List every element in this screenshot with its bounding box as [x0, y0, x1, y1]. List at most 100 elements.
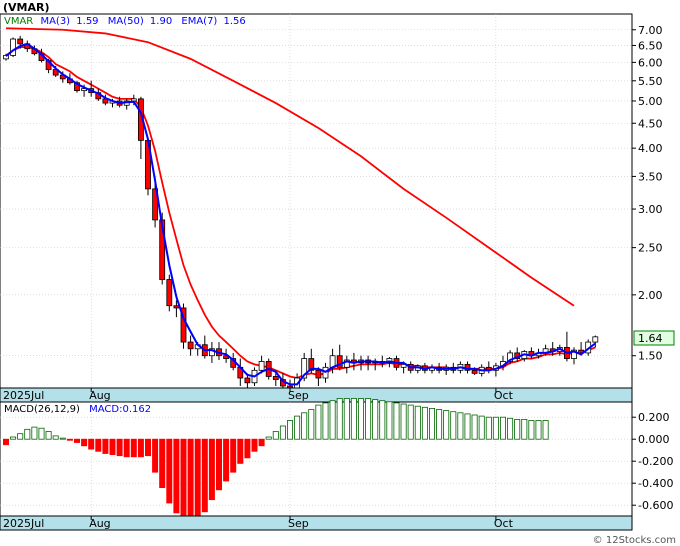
macd-bar [10, 436, 17, 440]
macd-bar [3, 438, 9, 446]
legend-ema7-value: 1.56 [224, 16, 246, 27]
macd-bar [507, 417, 514, 440]
macd-bar [386, 401, 393, 440]
macd-bar [24, 428, 31, 440]
macd-bar [308, 409, 315, 440]
macd-bar [372, 399, 379, 440]
macd-bar [436, 409, 443, 440]
macd-bar [365, 398, 372, 440]
candle-body [173, 305, 180, 309]
candle-body [244, 377, 251, 384]
macd-legend-value: MACD:0.162 [89, 404, 151, 415]
macd-bar [329, 400, 336, 440]
ticker-title: (VMAR) [3, 1, 50, 14]
price-tick-label: 5.00 [638, 95, 663, 108]
macd-bar [215, 438, 222, 491]
macd-bar [400, 403, 407, 440]
price-tick-label: 2.00 [638, 289, 663, 302]
price-tick-label: 7.00 [638, 24, 663, 37]
macd-bar [428, 407, 435, 440]
macd-bar [166, 438, 173, 504]
macd-tick-label: -0.400 [638, 477, 673, 490]
macd-bar [17, 433, 24, 440]
macd-bar [102, 438, 109, 454]
macd-bar [237, 438, 244, 464]
candle-body [592, 336, 599, 343]
macd-bar [450, 411, 457, 440]
macd-bar [137, 438, 144, 458]
macd-bar [379, 400, 386, 440]
price-tick-label: 5.50 [638, 75, 663, 88]
macd-bar [109, 438, 116, 456]
macd-bar [279, 425, 286, 440]
macd-bar [272, 431, 279, 440]
macd-bar [492, 416, 499, 440]
macd-bar [194, 438, 201, 520]
macd-bar [258, 438, 265, 447]
macd-bar [31, 426, 38, 440]
macd-bar [123, 438, 130, 458]
macd-bar [187, 438, 194, 519]
svg-text:MACD(26,12,9) MACD:0.162: MACD(26,12,9) MACD:0.162 [4, 404, 151, 415]
macd-bar [265, 436, 272, 440]
last-price-label: 1.64 [638, 332, 663, 345]
svg-text:VMAR MA(3) 1.59: VMAR MA(3) 1.59 MA(50) 1.90 EMA(7) 1.56 [4, 16, 246, 27]
price-tick-label: 4.00 [638, 142, 663, 155]
macd-bar [535, 420, 542, 440]
price-tick-label: 1.50 [638, 350, 663, 363]
legend-ma50-label: MA(50) [108, 16, 144, 27]
macd-bar [542, 420, 549, 440]
macd-bar [180, 438, 187, 517]
macd-bar [443, 410, 450, 440]
macd-bar [116, 438, 123, 457]
macd-bar [59, 437, 66, 440]
macd-bar [294, 415, 301, 440]
last-price-badge: 1.64 [633, 330, 675, 346]
macd-bar [81, 438, 88, 447]
macd-bar [152, 438, 159, 473]
legend-ema7-label: EMA(7) [181, 16, 217, 27]
macd-tick-label: -0.200 [638, 455, 673, 468]
macd-bar [201, 438, 208, 513]
macd-bar [301, 412, 308, 440]
macd-bar [52, 435, 59, 440]
macd-bar [350, 398, 357, 440]
macd-bar [499, 416, 506, 440]
macd-bar [144, 438, 151, 457]
macd-bar [322, 402, 329, 440]
candle-body [130, 98, 137, 102]
macd-bar [208, 438, 215, 501]
macd-bar [457, 412, 464, 440]
macd-bar [251, 438, 258, 452]
macd-bar [66, 438, 73, 441]
candle-body [166, 279, 173, 307]
stock-chart: (VMAR) VMAR MA(3) 1.59 MA(50) 1.90 EMA(7… [0, 0, 680, 546]
candle-body [17, 38, 24, 45]
date-label: 2025Jul [3, 389, 44, 402]
legend-ma3-label: MA(3) [40, 16, 70, 27]
date-label: 2025Jul [3, 517, 44, 530]
date-label: Oct [494, 389, 514, 402]
macd-bar [471, 414, 478, 440]
macd-bar [286, 420, 293, 440]
macd-panel: MACD(26,12,9) MACD:0.162 [0, 398, 633, 520]
candle-body [315, 369, 322, 379]
date-label: Aug [89, 517, 110, 530]
candle-body [471, 369, 478, 374]
date-label: Sep [288, 389, 309, 402]
price-tick-label: 6.00 [638, 56, 663, 69]
macd-bar [421, 406, 428, 440]
date-label: Sep [288, 517, 309, 530]
legend-symbol: VMAR [4, 16, 33, 27]
macd-bar [336, 398, 343, 440]
macd-bar [38, 427, 45, 440]
price-panel: VMAR MA(3) 1.59 MA(50) 1.90 EMA(7) 1.56 [0, 13, 633, 393]
price-tick-label: 2.50 [638, 242, 663, 255]
candle-body [187, 341, 194, 350]
macd-bar [244, 438, 251, 459]
price-tick-label: 3.50 [638, 170, 663, 183]
macd-bar [130, 438, 137, 458]
candle [10, 37, 17, 58]
watermark: © 12Stocks.com [593, 535, 676, 546]
macd-bar [485, 416, 492, 440]
